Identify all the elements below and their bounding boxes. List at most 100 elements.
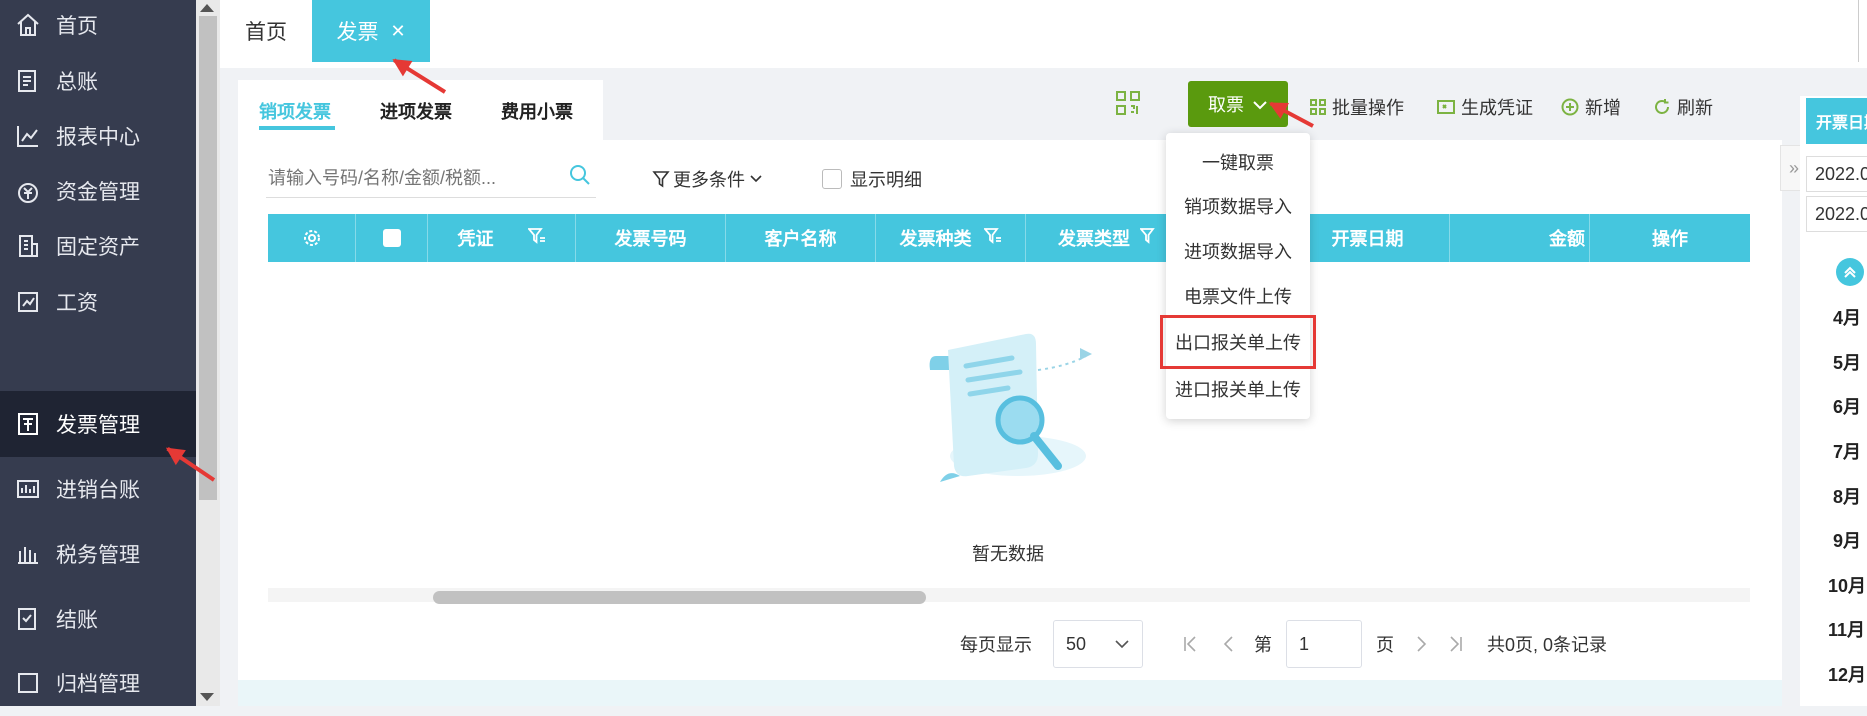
subtab-sales-invoice[interactable]: 销项发票 bbox=[259, 98, 331, 124]
double-chevron-right-icon: » bbox=[1788, 157, 1799, 178]
tab-invoice-label: 发票 bbox=[336, 21, 379, 44]
month-item[interactable]: 4月 bbox=[1833, 304, 1861, 330]
column-invoice-number[interactable]: 发票号码 bbox=[576, 214, 726, 262]
column-voucher[interactable]: 凭证 bbox=[428, 214, 576, 262]
next-page-icon[interactable] bbox=[1416, 620, 1428, 668]
column-header-label: 发票种类 bbox=[899, 229, 972, 249]
month-item[interactable]: 12月 bbox=[1828, 661, 1866, 687]
more-conditions-button[interactable]: 更多条件 bbox=[652, 166, 763, 192]
last-page-icon[interactable] bbox=[1448, 620, 1464, 668]
subtab-purchase-invoice[interactable]: 进项发票 bbox=[380, 98, 452, 124]
tab-invoice[interactable]: 发票 ✕ bbox=[312, 0, 430, 62]
scroll-top-icon[interactable] bbox=[1836, 258, 1864, 286]
column-filter-icon[interactable] bbox=[1139, 227, 1158, 249]
qrcode-icon[interactable] bbox=[1115, 90, 1141, 121]
first-page-icon[interactable] bbox=[1182, 620, 1198, 668]
report-chart-icon bbox=[13, 121, 43, 151]
sidebar-item-archive[interactable]: 归档管理 bbox=[0, 650, 196, 716]
page-input[interactable]: 1 bbox=[1286, 620, 1362, 668]
sidebar-item-label: 税务管理 bbox=[56, 544, 140, 567]
menu-item-one-click[interactable]: 一键取票 bbox=[1166, 140, 1310, 184]
month-item[interactable]: 8月 bbox=[1833, 483, 1861, 509]
column-filter-icon[interactable] bbox=[982, 227, 1002, 249]
home-icon bbox=[13, 10, 43, 40]
show-detail-label: 显示明细 bbox=[850, 170, 922, 190]
subtab-label: 费用小票 bbox=[501, 102, 573, 122]
add-button[interactable]: 新增 bbox=[1561, 94, 1621, 120]
voucher-icon bbox=[1437, 100, 1455, 114]
month-item[interactable]: 11月 bbox=[1828, 616, 1865, 642]
archive-icon bbox=[13, 668, 43, 698]
scroll-up-icon[interactable] bbox=[200, 4, 214, 12]
month-item[interactable]: 10月 bbox=[1828, 572, 1866, 598]
show-detail-toggle[interactable]: 显示明细 bbox=[822, 166, 922, 192]
column-header-label: 发票类型 bbox=[1058, 229, 1130, 249]
sidebar: 首页 总账 报表中心 资金管理 固定资产 工资 发票管理 进销台账 税务管理 结… bbox=[0, 0, 196, 706]
batch-operation-label: 批量操作 bbox=[1332, 98, 1404, 118]
sidebar-item-label: 首页 bbox=[56, 15, 98, 38]
page-suffix: 页 bbox=[1376, 635, 1394, 655]
batch-operation-button[interactable]: 批量操作 bbox=[1310, 94, 1404, 120]
month-item[interactable]: 6月 bbox=[1833, 393, 1861, 419]
menu-item-e-invoice-upload[interactable]: 电票文件上传 bbox=[1166, 274, 1310, 318]
table-scrollbar-thumb[interactable] bbox=[433, 591, 926, 604]
search-icon[interactable] bbox=[568, 163, 592, 192]
menu-item-purchase-import[interactable]: 进项数据导入 bbox=[1166, 229, 1310, 273]
subtab-expense-receipt[interactable]: 费用小票 bbox=[501, 98, 573, 124]
sidebar-item-label: 报表中心 bbox=[56, 126, 140, 149]
subtab-active-indicator bbox=[259, 126, 335, 130]
close-icon[interactable]: ✕ bbox=[390, 21, 405, 42]
menu-item-sales-import[interactable]: 销项数据导入 bbox=[1166, 184, 1310, 228]
yuan-bag-icon bbox=[13, 176, 43, 206]
sidebar-item-salary[interactable]: 工资 bbox=[0, 269, 196, 335]
select-all-checkbox[interactable] bbox=[382, 229, 401, 247]
generate-voucher-button[interactable]: 生成凭证 bbox=[1437, 94, 1533, 120]
account-book-icon bbox=[13, 474, 43, 504]
salary-icon bbox=[13, 287, 43, 317]
refresh-icon bbox=[1655, 99, 1669, 114]
sidebar-item-checkout[interactable]: 结账 bbox=[0, 586, 196, 652]
chevron-down-icon bbox=[750, 175, 762, 183]
sidebar-item-label: 工资 bbox=[56, 292, 98, 315]
month-item[interactable]: 7月 bbox=[1833, 438, 1861, 464]
sidebar-item-tax[interactable]: 税务管理 bbox=[0, 521, 196, 587]
month-item[interactable]: 9月 bbox=[1833, 527, 1861, 553]
footer-bar bbox=[238, 680, 1782, 706]
menu-item-export-declaration-upload[interactable]: 出口报关单上传 bbox=[1160, 315, 1316, 369]
building-icon bbox=[13, 231, 43, 261]
column-invoice-date[interactable]: 开票日期 bbox=[1286, 214, 1450, 262]
sidebar-item-ledger-book[interactable]: 进销台账 bbox=[0, 456, 196, 522]
tab-home-label: 首页 bbox=[245, 21, 287, 44]
add-label: 新增 bbox=[1585, 98, 1621, 118]
per-page-label: 每页显示 bbox=[960, 635, 1032, 655]
gear-icon bbox=[303, 230, 320, 246]
month-item[interactable]: 5月 bbox=[1833, 349, 1861, 375]
column-customer-name[interactable]: 客户名称 bbox=[726, 214, 876, 262]
table-header: 凭证 发票号码 客户名称 发票种类 发票类型 开票日期 金额 操作 bbox=[268, 214, 1750, 262]
sidebar-scrollbar-thumb[interactable] bbox=[199, 16, 217, 500]
column-invoice-type[interactable]: 发票类型 bbox=[1026, 214, 1176, 262]
sidebar-item-label: 固定资产 bbox=[56, 236, 140, 259]
sidebar-item-label: 归档管理 bbox=[56, 673, 140, 696]
prev-page-icon[interactable] bbox=[1222, 620, 1234, 668]
more-conditions-label: 更多条件 bbox=[673, 170, 745, 190]
per-page-select[interactable]: 50 bbox=[1053, 620, 1143, 668]
tab-home[interactable]: 首页 bbox=[220, 0, 312, 62]
empty-state-text: 暂无数据 bbox=[972, 544, 1044, 564]
checkout-icon bbox=[13, 604, 43, 634]
search-input[interactable] bbox=[266, 161, 560, 195]
show-detail-checkbox[interactable] bbox=[822, 169, 842, 189]
scroll-down-icon[interactable] bbox=[200, 693, 214, 701]
date-start-input[interactable]: 2022.0 bbox=[1806, 156, 1867, 192]
select-all-column bbox=[356, 214, 428, 262]
menu-item-import-declaration-upload[interactable]: 进口报关单上传 bbox=[1166, 367, 1310, 411]
column-amount[interactable]: 金额 bbox=[1450, 214, 1590, 262]
column-invoice-category[interactable]: 发票种类 bbox=[876, 214, 1026, 262]
date-end-input[interactable]: 2022.0 bbox=[1806, 196, 1867, 232]
filter-icon bbox=[652, 171, 670, 188]
refresh-button[interactable]: 刷新 bbox=[1653, 94, 1713, 120]
column-header-label: 操作 bbox=[1652, 229, 1688, 249]
column-filter-icon[interactable] bbox=[526, 227, 546, 249]
empty-state-illustration bbox=[908, 326, 1108, 511]
settings-column[interactable] bbox=[268, 214, 356, 262]
